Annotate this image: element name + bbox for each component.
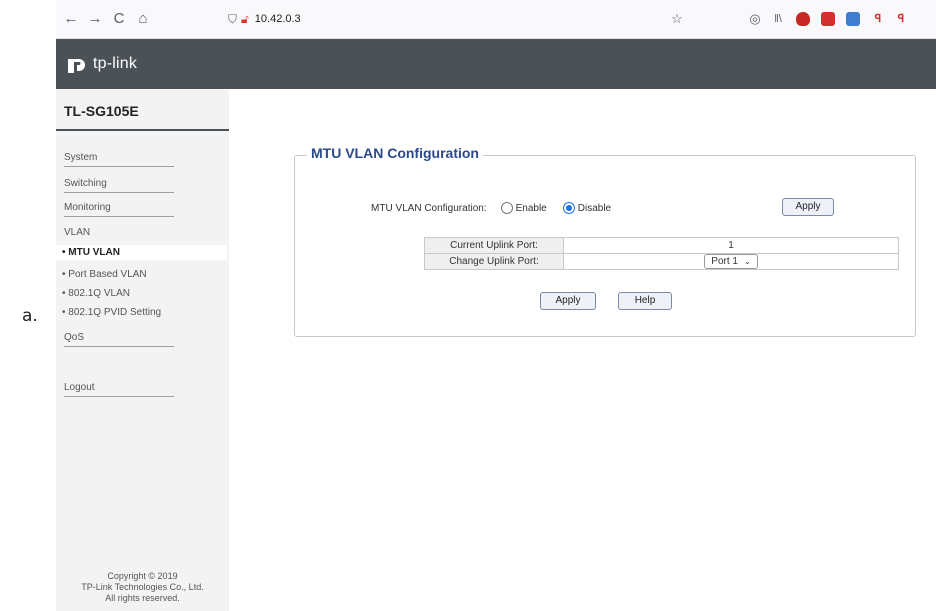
- sidebar-item-8021q-pvid[interactable]: • 802.1Q PVID Setting: [62, 307, 161, 318]
- sidebar-item-mtu-vlan[interactable]: • MTU VLAN: [56, 245, 227, 260]
- library-icon[interactable]: ‖\: [769, 10, 787, 28]
- uplink-port-value: Port 1: [711, 256, 738, 267]
- sidebar-item-system[interactable]: System: [64, 152, 174, 167]
- sidebar-item-monitoring[interactable]: Monitoring: [64, 202, 174, 217]
- uplink-table: Current Uplink Port: 1 Change Uplink Por…: [424, 237, 899, 270]
- table-row: Current Uplink Port: 1: [424, 237, 899, 254]
- home-icon[interactable]: ⌂: [134, 10, 152, 28]
- bookmark-star-icon[interactable]: ☆: [668, 10, 686, 28]
- current-uplink-label: Current Uplink Port:: [424, 237, 564, 254]
- config-label: MTU VLAN Configuration:: [371, 202, 487, 214]
- pocket-icon[interactable]: ◎: [746, 10, 764, 28]
- disable-label: Disable: [577, 202, 612, 214]
- brand-name: tp-link: [93, 55, 138, 72]
- browser-toolbar: ← → C ⌂ ⛉ 🔓︎ 10.42.0.3 ☆ ◎ ‖\ ꟼ ꟼ: [56, 0, 936, 39]
- forward-icon[interactable]: →: [86, 10, 104, 28]
- sidebar-item-vlan[interactable]: VLAN: [64, 227, 90, 238]
- radio-checked-icon[interactable]: [562, 202, 575, 214]
- enable-radio[interactable]: Enable: [500, 202, 547, 214]
- copyright-line: TP-Link Technologies Co., Ltd.: [81, 582, 204, 592]
- chevron-down-icon: ⌄: [743, 257, 751, 266]
- config-row: MTU VLAN Configuration: Enable Disable: [371, 202, 611, 214]
- change-uplink-label: Change Uplink Port:: [424, 253, 564, 270]
- extension-red-icon[interactable]: [821, 12, 835, 26]
- enable-label: Enable: [515, 202, 547, 214]
- url-text: 10.42.0.3: [254, 13, 301, 25]
- browser-window: ← → C ⌂ ⛉ 🔓︎ 10.42.0.3 ☆ ◎ ‖\ ꟼ ꟼ tp-lin…: [56, 0, 936, 611]
- copyright-line: Copyright © 2019: [107, 571, 178, 581]
- extension-flag-icon[interactable]: ꟼ: [869, 10, 887, 28]
- sidebar-item-port-based-vlan[interactable]: • Port Based VLAN: [62, 269, 147, 280]
- sidebar-item-logout[interactable]: Logout: [64, 382, 174, 397]
- model-name: TL-SG105E: [64, 103, 139, 119]
- sidebar-item-qos[interactable]: QoS: [64, 332, 174, 347]
- sidebar: TL-SG105E System Switching Monitoring VL…: [56, 89, 229, 611]
- sidebar-item-switching[interactable]: Switching: [64, 178, 174, 193]
- copyright: Copyright © 2019 TP-Link Technologies Co…: [56, 571, 229, 604]
- extension-overflow-icon[interactable]: ꟼ: [892, 10, 910, 28]
- translate-extension-icon[interactable]: [846, 12, 860, 26]
- apply-button[interactable]: Apply: [540, 292, 596, 310]
- change-uplink-cell: Port 1 ⌄: [563, 253, 899, 270]
- apply-config-button[interactable]: Apply: [782, 198, 834, 216]
- main-content: MTU VLAN Configuration MTU VLAN Configur…: [229, 89, 936, 611]
- disable-radio[interactable]: Disable: [562, 202, 612, 214]
- insecure-lock-icon[interactable]: 🔓︎: [241, 12, 249, 27]
- address-bar[interactable]: ⛉ 🔓︎ 10.42.0.3: [228, 8, 301, 30]
- tplink-logo: tp-link: [64, 51, 137, 77]
- copyright-line: All rights reserved.: [105, 593, 180, 603]
- help-button[interactable]: Help: [618, 292, 672, 310]
- tplink-header: tp-link: [56, 39, 936, 89]
- current-uplink-value: 1: [563, 237, 899, 254]
- divider: [56, 129, 229, 131]
- uplink-port-select[interactable]: Port 1 ⌄: [704, 254, 758, 269]
- table-row: Change Uplink Port: Port 1 ⌄: [424, 253, 899, 270]
- sidebar-item-8021q-vlan[interactable]: • 802.1Q VLAN: [62, 288, 130, 299]
- ublock-extension-icon[interactable]: [796, 12, 810, 26]
- reload-icon[interactable]: C: [110, 10, 128, 28]
- section-title: MTU VLAN Configuration: [307, 145, 483, 161]
- shield-icon: ⛉: [228, 11, 238, 26]
- tplink-logo-icon: [68, 59, 85, 73]
- back-icon[interactable]: ←: [62, 10, 80, 28]
- document-marker: a.: [22, 306, 38, 326]
- radio-unchecked-icon[interactable]: [500, 202, 513, 214]
